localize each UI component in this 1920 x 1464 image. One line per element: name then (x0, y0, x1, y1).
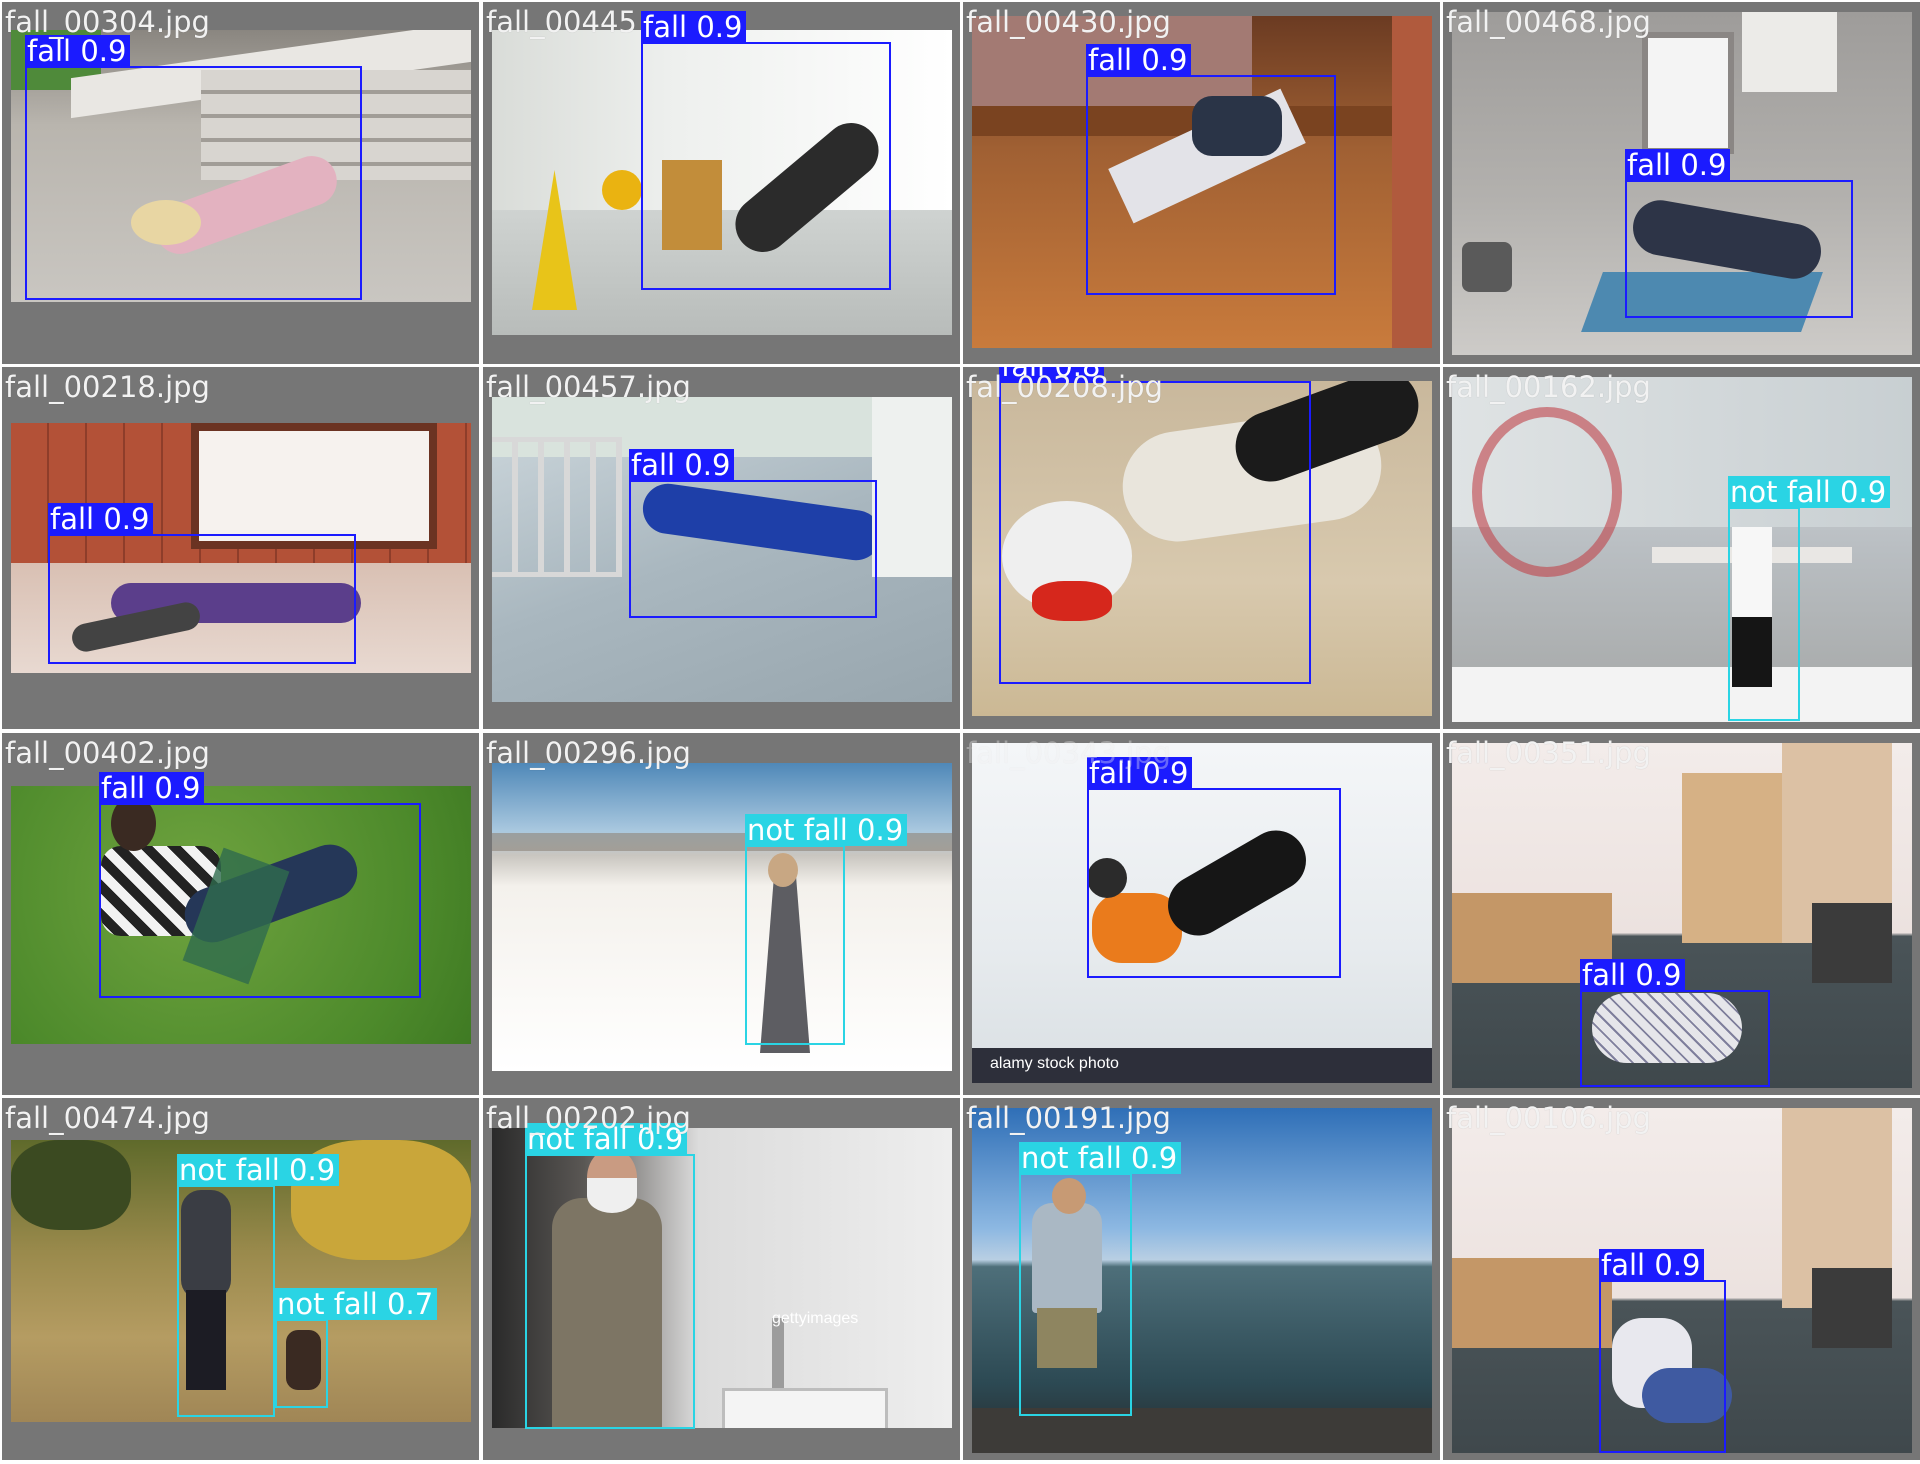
tile-fall-00191: not fall 0.9 fall_00191.jpg (963, 1098, 1440, 1460)
tile-fall-00218: fall 0.9 fall_00218.jpg (2, 367, 479, 729)
tile-fall-00304: fall 0.9 fall_00304.jpg (2, 2, 479, 364)
image-filename: fal_00208.jpg (966, 370, 1163, 404)
detection-box: not fall 0.9 (525, 1123, 695, 1429)
photo (1452, 377, 1912, 722)
getty-watermark: gettyimages (772, 1310, 859, 1327)
image-filename: fall_00351.jpg (1446, 736, 1651, 770)
tile-fall-00106: fall 0.9 fall_00106.jpg (1443, 1098, 1920, 1460)
image-filename: fall_00202.jpg (486, 1101, 691, 1135)
detection-box: fall 0.9 (99, 772, 421, 998)
tile-fall-00296: not fall 0.9 fall_00296.jpg (483, 733, 960, 1095)
prediction-grid: fall 0.9 fall_00304.jpg fall 0.9 fall_00… (0, 0, 1920, 1464)
detection-box: not fall 0.9 (1019, 1142, 1182, 1416)
tile-fall-00208: fall 0.8 fal_00208.jpg (963, 367, 1440, 729)
detection-box: fall 0.9 (48, 503, 356, 664)
detection-label: not fall 0.9 (177, 1154, 340, 1186)
tile-fall-00430: fall 0.9 fall_00430.jpg (963, 2, 1440, 364)
detection-box: not fall 0.7 (275, 1288, 438, 1408)
image-filename: fall_00296.jpg (486, 736, 691, 770)
tile-fall-00202: gettyimages not fall 0.9 fall_00202.jpg (483, 1098, 960, 1460)
image-filename: fall_00468.jpg (1446, 5, 1651, 39)
detection-box: fall 0.9 (1087, 757, 1341, 978)
detection-box: not fall 0.9 (1728, 476, 1891, 721)
image-filename: fall_00402.jpg (5, 736, 210, 770)
detection-label: not fall 0.9 (745, 814, 908, 846)
detection-label: fall 0.9 (48, 503, 154, 535)
detection-box: fall 0.8 (999, 367, 1311, 684)
detection-box: fall 0.9 (1625, 149, 1853, 318)
detection-label: fall 0.9 (1599, 1249, 1705, 1281)
detection-box: not fall 0.9 (177, 1154, 340, 1417)
detection-label: fall 0.9 (1086, 44, 1192, 76)
detection-box: fall 0.9 (1599, 1249, 1726, 1453)
detection-box: fall 0.9 (1086, 44, 1336, 295)
tile-fall-00402: fall 0.9 fall_00402.jpg (2, 733, 479, 1095)
detection-box: fall 0.9 (1580, 959, 1770, 1087)
alamy-watermark: alamy stock photo (990, 1055, 1119, 1072)
tile-fall-00351: fall 0.9 fall_00351.jpg (1443, 733, 1920, 1095)
detection-label: fall 0.9 (641, 11, 747, 43)
detection-label: fall 0.9 (25, 35, 131, 67)
detection-box: fall 0.9 (25, 35, 362, 300)
tile-fall-00468: fall 0.9 fall_00468.jpg (1443, 2, 1920, 364)
detection-label: fall 0.9 (1625, 149, 1731, 181)
detection-label: not fall 0.9 (1728, 476, 1891, 508)
image-filename: fall_00430.jpg (966, 5, 1171, 39)
detection-box: fall 0.9 (641, 11, 891, 290)
photo (492, 763, 952, 1071)
detection-label: not fall 0.7 (275, 1288, 438, 1320)
tile-fall-00343: alamy stock photo fall 0.9 fall_00343.jp… (963, 733, 1440, 1095)
image-filename: fall_00457.jpg (486, 370, 691, 404)
image-filename: fall_00474.jpg (5, 1101, 210, 1135)
image-filename: fall_00162.jpg (1446, 370, 1651, 404)
image-filename: fall_00343.jpg (966, 736, 1171, 770)
detection-box: not fall 0.9 (745, 814, 908, 1045)
tile-fall-00457: fall 0.9 fall_00457.jpg (483, 367, 960, 729)
image-filename: fall_00445 (486, 5, 637, 39)
tile-fall-00445: fall 0.9 fall_00445 (483, 2, 960, 364)
detection-label: fall 0.9 (99, 772, 205, 804)
tile-fall-00474: not fall 0.9 not fall 0.7 fall_00474.jpg (2, 1098, 479, 1460)
detection-label: fall 0.9 (629, 449, 735, 481)
image-filename: fall_00106.jpg (1446, 1101, 1651, 1135)
detection-box: fall 0.9 (629, 449, 877, 618)
tile-fall-00162: not fall 0.9 fall_00162.jpg (1443, 367, 1920, 729)
image-filename: fall_00218.jpg (5, 370, 210, 404)
detection-label: fall 0.9 (1580, 959, 1686, 991)
detection-label: not fall 0.9 (1019, 1142, 1182, 1174)
image-filename: fall_00304.jpg (5, 5, 210, 39)
image-filename: fall_00191.jpg (966, 1101, 1171, 1135)
